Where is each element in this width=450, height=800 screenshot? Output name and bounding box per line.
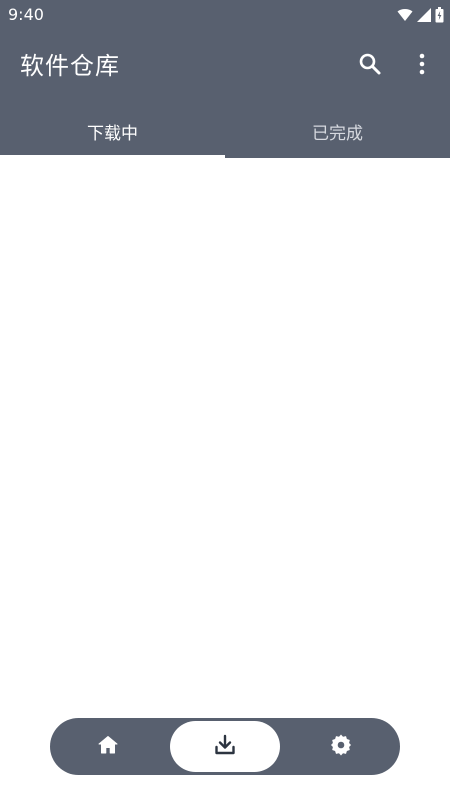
- status-icons: [397, 6, 444, 24]
- app-bar: 9:40 软件仓库 下载中 已完成: [0, 0, 450, 158]
- bottom-navigation: [50, 718, 400, 775]
- more-vert-icon: [418, 52, 426, 80]
- tab-downloading-label: 下载中: [87, 123, 138, 144]
- battery-icon: [435, 7, 444, 23]
- tab-completed[interactable]: 已完成: [225, 104, 450, 158]
- nav-downloads-button[interactable]: [170, 721, 280, 772]
- page-title: 软件仓库: [20, 52, 120, 80]
- tab-bar: 下载中 已完成: [0, 104, 450, 158]
- download-list-area: [0, 158, 450, 800]
- status-bar: 9:40: [0, 0, 450, 30]
- tab-downloading[interactable]: 下载中: [0, 104, 225, 158]
- nav-settings-button[interactable]: [308, 718, 374, 775]
- wifi-icon: [397, 8, 413, 22]
- search-icon: [358, 52, 382, 80]
- nav-home-button[interactable]: [75, 718, 141, 775]
- signal-icon: [417, 8, 431, 22]
- home-icon: [97, 734, 119, 760]
- settings-icon: [330, 734, 352, 760]
- download-icon: [213, 733, 237, 761]
- tab-completed-label: 已完成: [312, 123, 363, 144]
- search-button[interactable]: [352, 48, 388, 84]
- status-time: 9:40: [8, 5, 44, 24]
- more-options-button[interactable]: [404, 48, 440, 84]
